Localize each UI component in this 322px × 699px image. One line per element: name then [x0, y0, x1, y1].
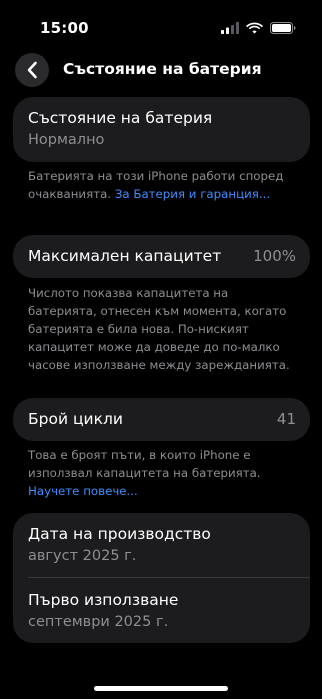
- cycle-count-label: Брой цикли: [28, 410, 123, 428]
- battery-health-value: Нормално: [28, 132, 105, 148]
- cycle-count-value: 41: [276, 410, 296, 428]
- back-button[interactable]: [15, 53, 49, 87]
- manufacture-date-value: август 2025 г.: [28, 548, 137, 564]
- battery-warranty-link[interactable]: За Батерия и гаранция...: [115, 187, 270, 201]
- learn-more-link[interactable]: Научете повече...: [28, 484, 138, 498]
- home-indicator[interactable]: [94, 686, 228, 691]
- maximum-capacity-label: Максимален капацитет: [28, 247, 222, 265]
- first-use-value: септември 2025 г.: [28, 614, 169, 630]
- status-icons: [221, 22, 296, 34]
- maximum-capacity-card: Максимален капацитет 100%: [13, 235, 310, 278]
- signal-icon: [221, 22, 239, 34]
- cycle-count-note: Това е броят пъти, в които iPhone е изпо…: [28, 446, 298, 500]
- battery-health-label: Състояние на батерия: [28, 109, 213, 127]
- manufacture-date-label: Дата на производство: [28, 525, 211, 543]
- battery-health-note: Батерията на този iPhone работи според о…: [28, 167, 298, 203]
- cycle-count-note-text: Това е броят пъти, в които iPhone е изпо…: [28, 448, 261, 480]
- battery-dates-card: Дата на производство август 2025 г. Първ…: [13, 513, 310, 643]
- cycle-count-card: Брой цикли 41: [13, 398, 310, 441]
- status-time: 15:00: [40, 19, 89, 37]
- card-divider: [28, 577, 310, 578]
- status-bar: 15:00: [0, 0, 322, 44]
- first-use-label: Първо използване: [28, 591, 179, 609]
- maximum-capacity-note: Числото показва капацитета на батерията,…: [28, 286, 290, 372]
- maximum-capacity-value: 100%: [253, 247, 296, 265]
- wifi-icon: [246, 22, 263, 34]
- nav-bar: Състояние на батерия: [0, 51, 322, 89]
- chevron-left-icon: [27, 61, 37, 79]
- page-title: Състояние на батерия: [63, 60, 262, 78]
- battery-health-card: Състояние на батерия Нормално: [13, 97, 310, 162]
- battery-icon: [270, 22, 296, 34]
